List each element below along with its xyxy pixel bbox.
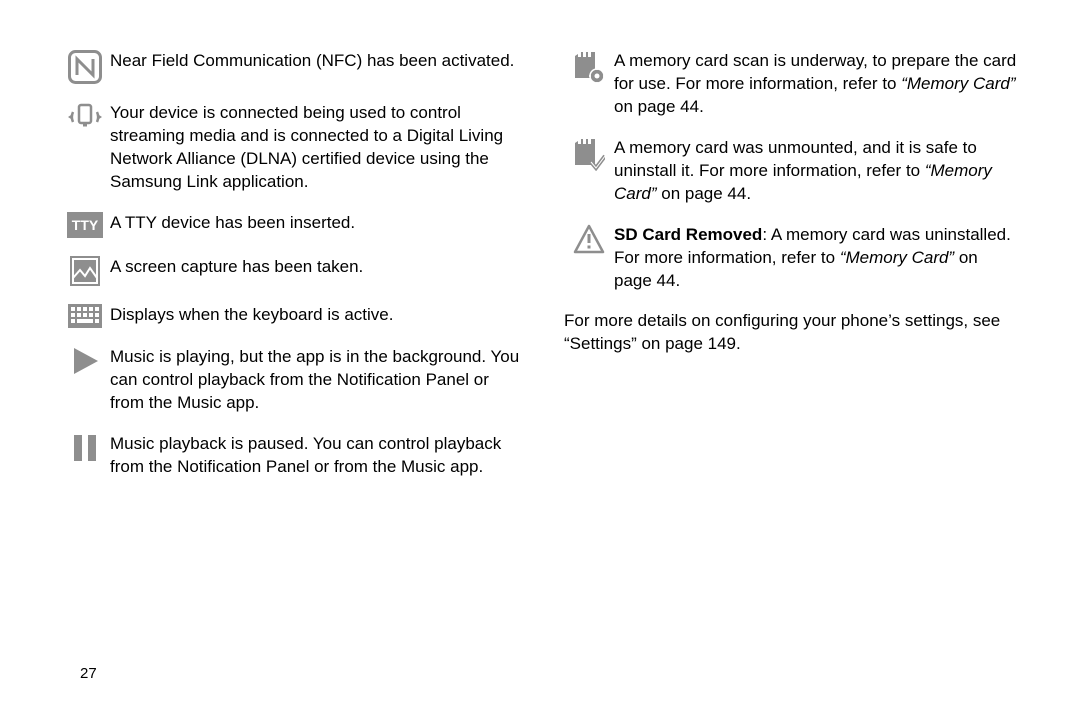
pause-icon [60,433,110,479]
dlna-icon [60,102,110,194]
sd-removed-bold: SD Card Removed [614,225,762,244]
svg-text:TTY: TTY [72,217,99,233]
nfc-text: Near Field Communication (NFC) has been … [110,50,522,84]
left-column: Near Field Communication (NFC) has been … [60,50,540,710]
row-music-play: Music is playing, but the app is in the … [60,346,522,415]
footer-note: For more details on configuring your pho… [564,310,1020,356]
play-icon [60,346,110,415]
tty-text: A TTY device has been inserted. [110,212,522,238]
sd-gear-icon [564,50,614,119]
screenshot-text: A screen capture has been taken. [110,256,522,286]
warning-icon [564,224,614,293]
sd-removed-ref: “Memory Card” [840,248,954,267]
row-keyboard: Displays when the keyboard is active. [60,304,522,328]
sd-unmount-text: A memory card was unmounted, and it is s… [614,137,1020,206]
footer-pre: For more details on configuring your pho… [564,311,1000,330]
row-sd-unmount: A memory card was unmounted, and it is s… [564,137,1020,206]
row-tty: TTY A TTY device has been inserted. [60,212,522,238]
row-sd-scan: A memory card scan is underway, to prepa… [564,50,1020,119]
dlna-text: Your device is connected being used to c… [110,102,522,194]
tty-icon: TTY [60,212,110,238]
row-music-pause: Music playback is paused. You can contro… [60,433,522,479]
sd-check-icon [564,137,614,206]
music-play-text: Music is playing, but the app is in the … [110,346,522,415]
row-sd-removed: SD Card Removed: A memory card was unins… [564,224,1020,293]
row-nfc: Near Field Communication (NFC) has been … [60,50,522,84]
sd-scan-text: A memory card scan is underway, to prepa… [614,50,1020,119]
footer-ref: “Settings” [564,334,637,353]
sd-unmount-line1: A memory card was unmounted, and it is s… [614,138,977,180]
row-screencapture: A screen capture has been taken. [60,256,522,286]
row-dlna: Your device is connected being used to c… [60,102,522,194]
screenshot-icon [60,256,110,286]
nfc-icon [60,50,110,84]
footer-after: on page 149. [637,334,741,353]
keyboard-text: Displays when the keyboard is active. [110,304,522,328]
right-column: A memory card scan is underway, to prepa… [540,50,1020,710]
manual-page: Near Field Communication (NFC) has been … [0,0,1080,720]
sd-scan-ref: “Memory Card” [901,74,1015,93]
sd-removed-text: SD Card Removed: A memory card was unins… [614,224,1020,293]
page-number: 27 [80,665,97,682]
music-pause-text: Music playback is paused. You can contro… [110,433,522,479]
sd-scan-after: on page 44. [614,97,704,116]
sd-unmount-after: on page 44. [657,184,752,203]
keyboard-icon [60,304,110,328]
